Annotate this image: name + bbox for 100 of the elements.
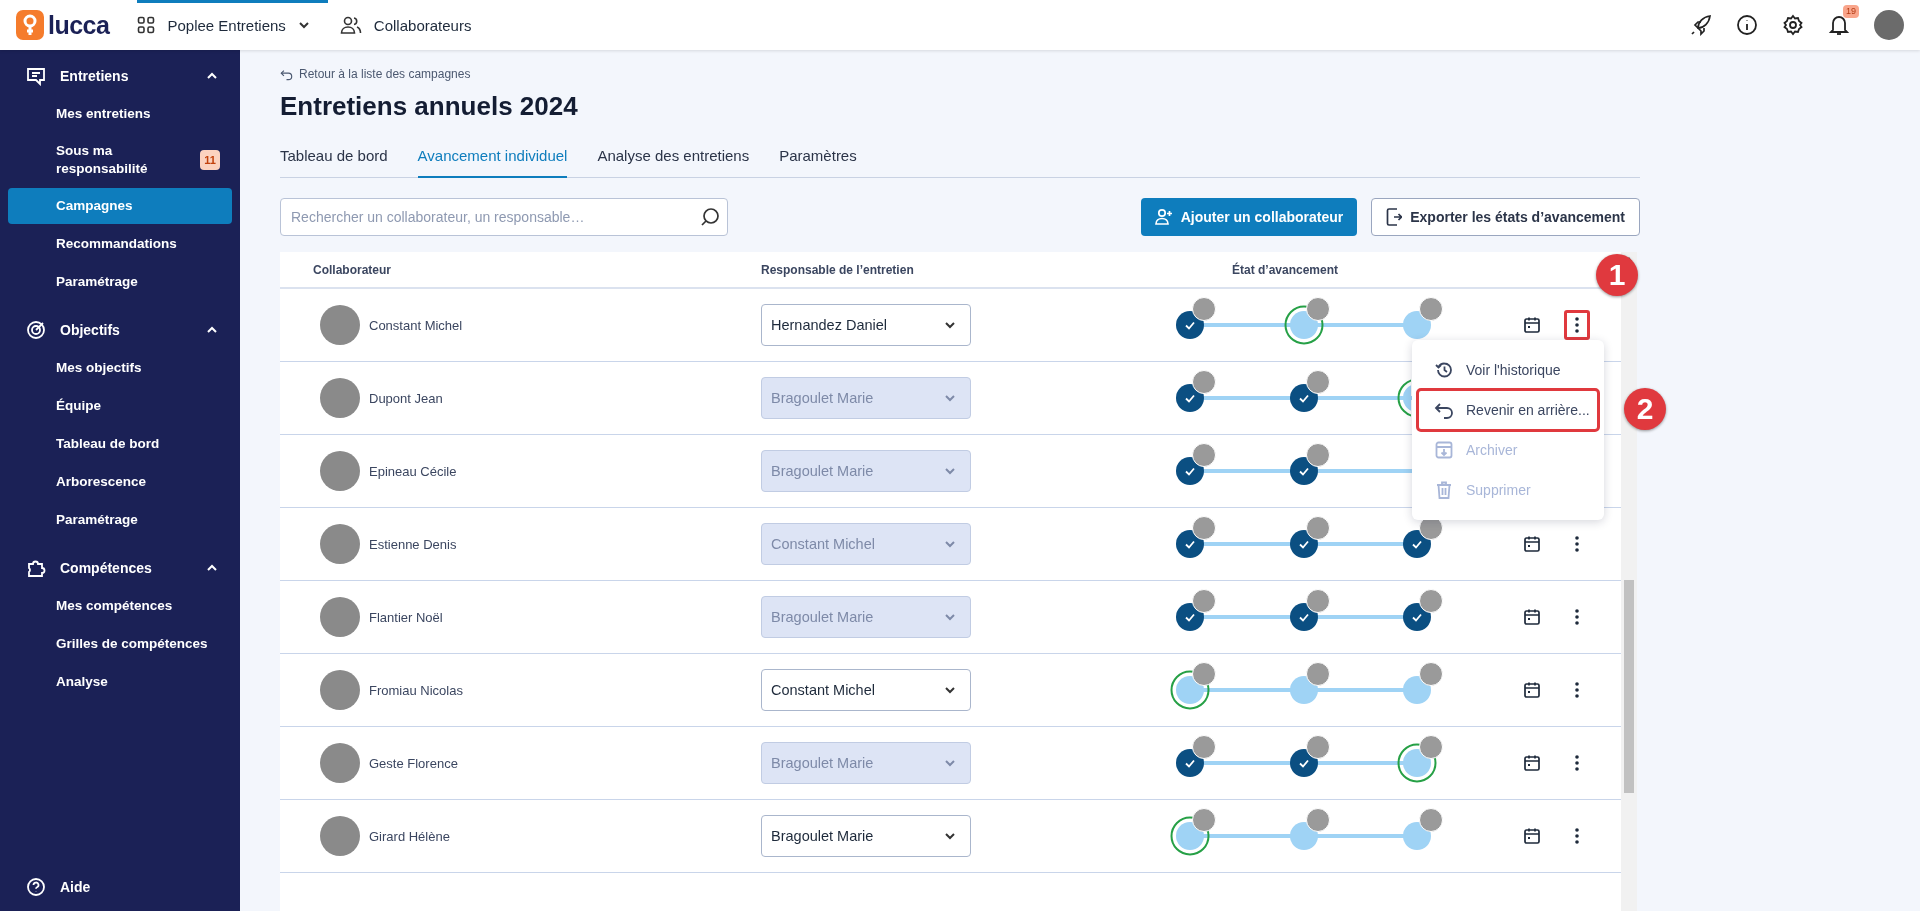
nav-item[interactable]: Mes entretiens: [8, 96, 232, 132]
nav-item[interactable]: Analyse: [8, 664, 232, 700]
export-button[interactable]: Exporter les états d’avancement: [1371, 198, 1640, 236]
avatar-photo: [1305, 516, 1330, 540]
back-arrow-icon: [280, 67, 293, 81]
tab[interactable]: Paramètres: [779, 139, 857, 178]
avatar-photo: [1419, 662, 1443, 686]
avatar-photo: [1192, 662, 1216, 686]
count-badge: 11: [200, 150, 220, 170]
help-icon: [26, 877, 46, 897]
avatar-photo: [1419, 297, 1443, 321]
avatar-photo: [1192, 370, 1216, 394]
nav-item[interactable]: Mes objectifs: [8, 350, 232, 386]
nav-item[interactable]: Paramétrage: [8, 502, 232, 538]
nav-section-header[interactable]: Objectifs: [8, 312, 232, 348]
trash-icon: [1434, 480, 1454, 500]
nav-item[interactable]: Campagnes: [8, 188, 232, 224]
more-options-icon[interactable]: [1574, 316, 1580, 334]
nav-item[interactable]: Sous ma responsabilité 11: [8, 134, 232, 186]
history-icon: [1434, 360, 1454, 380]
avatar-photo: [1192, 808, 1216, 832]
menu-item[interactable]: Voir l'historique: [1418, 350, 1604, 390]
manager-dropdown[interactable]: Constant Michel: [761, 669, 971, 711]
avatar-photo: [320, 816, 360, 856]
undo-arrow-icon: [1434, 400, 1454, 420]
nav-item[interactable]: Mes compétences: [8, 588, 232, 624]
chat-icon: [26, 66, 46, 86]
add-person-icon: [1154, 208, 1173, 226]
avatar-photo: [1192, 516, 1216, 540]
logo-text: lucca: [48, 10, 110, 40]
avatar-photo: [1192, 735, 1216, 759]
settings-icon[interactable]: [1782, 14, 1804, 36]
nav-section-header[interactable]: Compétences: [8, 550, 232, 586]
more-options-icon[interactable]: [1574, 681, 1580, 699]
more-options-icon[interactable]: [1574, 535, 1580, 553]
info-icon[interactable]: [1736, 14, 1758, 36]
avatar-photo: [1305, 297, 1330, 321]
nav-item[interactable]: Équipe: [8, 388, 232, 424]
avatar-photo: [1305, 662, 1330, 686]
avatar-photo: [320, 451, 360, 491]
caret-icon: [944, 611, 956, 623]
nav-section-header[interactable]: Entretiens: [8, 58, 232, 94]
add-employee-button[interactable]: Ajouter un collaborateur: [1140, 198, 1358, 236]
page-title: Entretiens annuels 2024: [280, 91, 579, 123]
help-link[interactable]: Aide: [8, 877, 232, 897]
avatar-photo: [320, 378, 360, 418]
manager-dropdown[interactable]: Hernandez Daniel: [761, 304, 971, 346]
avatar-photo: [1419, 808, 1443, 832]
caret-icon: [944, 757, 956, 769]
avatar-photo: [320, 305, 360, 345]
column-header: Collaborateur: [312, 262, 392, 277]
avatar-photo: [1305, 443, 1330, 467]
avatar-photo: [1305, 589, 1330, 613]
nav-item[interactable]: Tableau de bord: [8, 426, 232, 462]
calendar-icon[interactable]: [1523, 827, 1541, 845]
column-header: Responsable de l’entretien: [761, 262, 915, 277]
more-options-icon[interactable]: [1574, 608, 1580, 626]
calendar-icon[interactable]: [1523, 608, 1541, 626]
avatar-photo: [1419, 735, 1443, 759]
tab[interactable]: Avancement individuel: [417, 139, 568, 178]
export-icon: [1386, 208, 1403, 226]
caret-icon: [944, 830, 956, 842]
avatar-photo: [320, 597, 360, 637]
manager-dropdown[interactable]: Bragoulet Marie: [761, 815, 971, 857]
app-tab[interactable]: Collaborateurs: [339, 0, 490, 50]
more-options-icon[interactable]: [1574, 827, 1580, 845]
callout-marker: 1: [1596, 254, 1638, 296]
rocket-icon[interactable]: [1690, 14, 1712, 36]
avatar-photo: [1192, 589, 1216, 613]
scrollbar-thumb[interactable]: [1624, 580, 1634, 793]
avatar-photo: [320, 743, 360, 783]
nav-item[interactable]: Arborescence: [8, 464, 232, 500]
caret-icon: [944, 684, 956, 696]
notification-bell-icon[interactable]: [1828, 14, 1850, 36]
more-options-icon[interactable]: [1574, 754, 1580, 772]
avatar-photo: [1305, 370, 1330, 394]
avatar-photo: [320, 670, 360, 710]
user-avatar[interactable]: [1874, 10, 1904, 40]
nav-item[interactable]: Paramétrage: [8, 264, 232, 300]
nav-item[interactable]: Recommandations: [8, 226, 232, 262]
employee-name: Fromiau Nicolas: [369, 682, 463, 698]
calendar-icon[interactable]: [1523, 754, 1541, 772]
menu-item[interactable]: Revenir en arrière...: [1418, 390, 1598, 430]
nav-item[interactable]: Grilles de compétences: [8, 626, 232, 662]
nav-item-label: Sous ma responsabilité: [56, 142, 149, 178]
avatar-photo: [1305, 735, 1330, 759]
calendar-icon[interactable]: [1523, 316, 1541, 334]
employee-name: Constant Michel: [369, 317, 463, 333]
search-field[interactable]: Rechercher un collaborateur, un responsable…: [280, 198, 728, 236]
calendar-icon[interactable]: [1523, 681, 1541, 699]
puzzle-icon: [26, 558, 46, 578]
calendar-icon[interactable]: [1523, 535, 1541, 553]
search-icon: [700, 207, 720, 227]
avatar-photo: [1192, 443, 1216, 467]
logo-icon: [16, 10, 44, 40]
tab[interactable]: Analyse des entretiens: [597, 139, 750, 178]
caret-icon: [944, 538, 956, 550]
tab[interactable]: Tableau de bord: [280, 139, 388, 178]
back-link[interactable]: Retour à la liste des campagnes: [280, 66, 1920, 82]
caret-icon: [944, 465, 956, 477]
